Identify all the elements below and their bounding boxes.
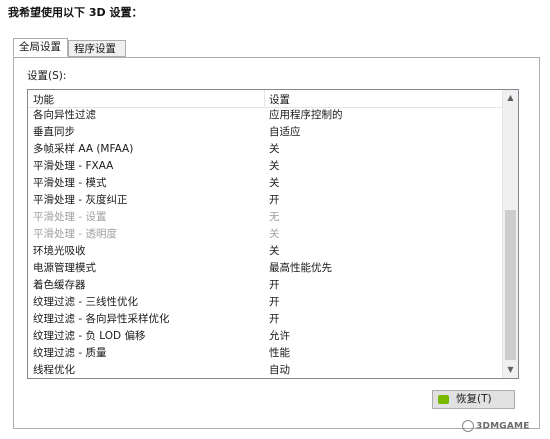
table-row[interactable]: 垂直同步 自适应	[28, 124, 503, 141]
row-setting-value[interactable]: 无	[269, 209, 280, 226]
table-row[interactable]: 平滑处理 - 设置 无	[28, 209, 503, 226]
tab-global-settings[interactable]: 全局设置	[13, 38, 68, 57]
row-feature: 各向异性过滤	[33, 109, 96, 121]
watermark: 3DMGAME	[462, 420, 530, 432]
row-feature: 电源管理模式	[33, 262, 96, 274]
table-row[interactable]: 纹理过滤 - 三线性优化 开	[28, 294, 503, 311]
row-feature: 纹理过滤 - 三线性优化	[33, 296, 138, 308]
row-feature: 纹理过滤 - 负 LOD 偏移	[33, 330, 146, 342]
table-row[interactable]: 平滑处理 - 透明度 关	[28, 226, 503, 243]
scrollbar-thumb[interactable]	[505, 210, 516, 360]
page-title: 我希望使用以下 3D 设置：	[8, 6, 143, 19]
table-row[interactable]: 线程优化 自动	[28, 362, 503, 378]
row-feature: 平滑处理 - 设置	[33, 211, 107, 223]
table-row[interactable]: 纹理过滤 - 质量 性能	[28, 345, 503, 362]
row-feature: 环境光吸收	[33, 245, 86, 257]
row-setting-value[interactable]: 关	[269, 158, 280, 175]
settings-list[interactable]: 功能 设置 各向异性过滤 应用程序控制的 垂直同步 自适应 多帧采样 AA (MFAA)…	[27, 89, 519, 379]
settings-label: 设置(S):	[27, 70, 67, 82]
table-row[interactable]: 纹理过滤 - 各向异性采样优化 开	[28, 311, 503, 328]
row-setting-value[interactable]: 应用程序控制的	[269, 107, 343, 124]
row-feature: 平滑处理 - 模式	[33, 177, 107, 189]
row-feature: 纹理过滤 - 各向异性采样优化	[33, 313, 170, 325]
row-feature: 多帧采样 AA (MFAA)	[33, 143, 134, 155]
list-header: 功能 设置	[28, 90, 503, 108]
row-setting-value[interactable]: 最高性能优先	[269, 260, 332, 277]
row-feature: 纹理过滤 - 质量	[33, 347, 107, 359]
row-setting-value[interactable]: 自动	[269, 362, 290, 378]
restore-button[interactable]: 恢复(T)	[432, 390, 515, 409]
row-setting-value[interactable]: 关	[269, 243, 280, 260]
table-row[interactable]: 纹理过滤 - 负 LOD 偏移 允许	[28, 328, 503, 345]
table-row[interactable]: 多帧采样 AA (MFAA) 关	[28, 141, 503, 158]
row-setting-value[interactable]: 性能	[269, 345, 290, 362]
row-setting-value[interactable]: 关	[269, 175, 280, 192]
table-row[interactable]: 环境光吸收 关	[28, 243, 503, 260]
table-row[interactable]: 着色缓存器 开	[28, 277, 503, 294]
row-setting-value[interactable]: 关	[269, 141, 280, 158]
restore-button-label: 恢复(T)	[456, 393, 492, 405]
table-row[interactable]: 平滑处理 - 模式 关	[28, 175, 503, 192]
vertical-scrollbar[interactable]: ▲ ▼	[502, 90, 518, 378]
table-row[interactable]: 电源管理模式 最高性能优先	[28, 260, 503, 277]
list-rows: 各向异性过滤 应用程序控制的 垂直同步 自适应 多帧采样 AA (MFAA) 关平滑处理 …	[28, 107, 503, 378]
row-feature: 平滑处理 - 透明度	[33, 228, 117, 240]
row-setting-value[interactable]: 开	[269, 192, 280, 209]
tab-program-settings[interactable]: 程序设置	[68, 40, 126, 57]
chevron-up-icon[interactable]: ▲	[503, 90, 518, 106]
column-divider[interactable]	[264, 90, 265, 107]
watermark-logo-icon	[462, 420, 474, 432]
row-setting-value[interactable]: 开	[269, 294, 280, 311]
table-row[interactable]: 平滑处理 - FXAA 关	[28, 158, 503, 175]
table-row[interactable]: 各向异性过滤 应用程序控制的	[28, 107, 503, 124]
nvidia-icon	[438, 395, 449, 404]
row-setting-value[interactable]: 开	[269, 277, 280, 294]
chevron-down-icon[interactable]: ▼	[503, 362, 518, 378]
row-feature: 着色缓存器	[33, 279, 86, 291]
settings-panel: 设置(S): 功能 设置 各向异性过滤 应用程序控制的 垂直同步 自适应 多帧采样 AA…	[13, 57, 540, 429]
row-setting-value[interactable]: 关	[269, 226, 280, 243]
table-row[interactable]: 平滑处理 - 灰度纠正 开	[28, 192, 503, 209]
row-feature: 平滑处理 - FXAA	[33, 160, 114, 172]
row-setting-value[interactable]: 自适应	[269, 124, 301, 141]
row-feature: 平滑处理 - 灰度纠正	[33, 194, 128, 206]
watermark-text: 3DMGAME	[476, 421, 530, 432]
row-setting-value[interactable]: 允许	[269, 328, 290, 345]
column-header-feature[interactable]: 功能	[33, 92, 54, 107]
row-feature: 线程优化	[33, 364, 75, 376]
column-header-setting[interactable]: 设置	[269, 92, 290, 107]
row-feature: 垂直同步	[33, 126, 75, 138]
row-setting-value[interactable]: 开	[269, 311, 280, 328]
